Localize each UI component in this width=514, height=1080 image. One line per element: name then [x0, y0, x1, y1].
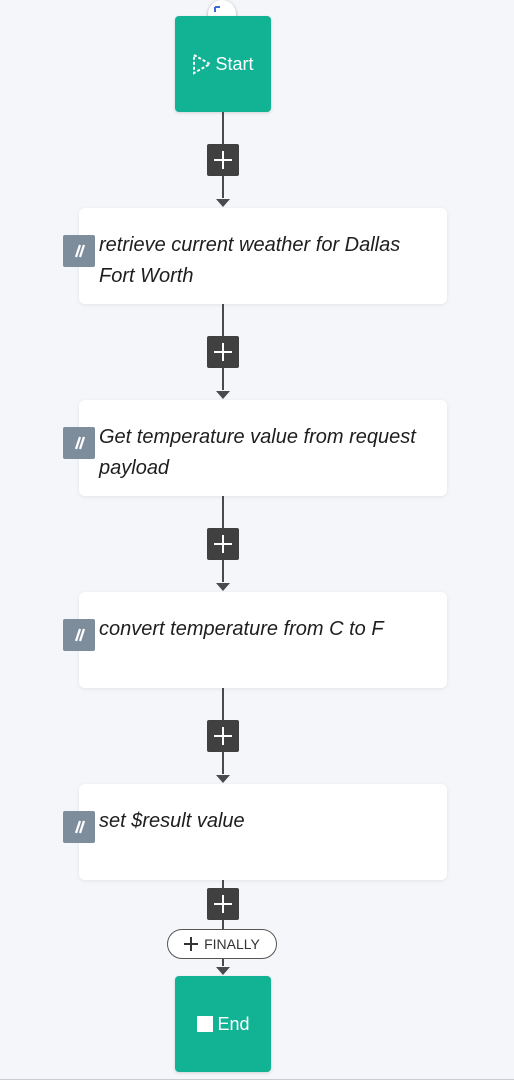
step-label: set $result value: [99, 810, 245, 832]
connector-arrow-icon: [216, 967, 230, 975]
finally-label: FINALLY: [204, 936, 260, 952]
add-finally-button[interactable]: FINALLY: [167, 929, 277, 959]
connector-arrow-icon: [216, 199, 230, 207]
script-step-icon: [63, 427, 95, 459]
plus-icon: [184, 937, 199, 951]
connector-arrow-icon: [216, 391, 230, 399]
end-node[interactable]: End: [175, 976, 271, 1072]
step-label: convert temperature from C to F: [99, 618, 384, 640]
add-step-button[interactable]: [207, 528, 239, 560]
script-step-icon: [63, 619, 95, 651]
step-card[interactable]: Get temperature value from request paylo…: [63, 400, 447, 496]
add-step-button[interactable]: [207, 720, 239, 752]
step-card[interactable]: convert temperature from C to F: [63, 592, 447, 688]
add-step-button[interactable]: [207, 144, 239, 176]
start-label: Start: [215, 53, 254, 74]
play-icon: [192, 53, 213, 75]
connector-arrow-icon: [216, 583, 230, 591]
script-step-icon: [63, 811, 95, 843]
add-step-button[interactable]: [207, 888, 239, 920]
script-step-icon: [63, 235, 95, 267]
end-label: End: [217, 1013, 250, 1034]
flow-canvas: Start retrieve current weather for Dalla…: [0, 0, 514, 1080]
step-label: Get temperature value from request paylo…: [99, 426, 416, 479]
step-label: retrieve current weather for Dallas Fort…: [99, 234, 401, 287]
stop-icon: [196, 1015, 214, 1033]
step-card[interactable]: set $result value: [63, 784, 447, 880]
connector-arrow-icon: [216, 775, 230, 783]
add-step-button[interactable]: [207, 336, 239, 368]
start-node[interactable]: Start: [175, 16, 271, 112]
step-card[interactable]: retrieve current weather for Dallas Fort…: [63, 208, 447, 304]
